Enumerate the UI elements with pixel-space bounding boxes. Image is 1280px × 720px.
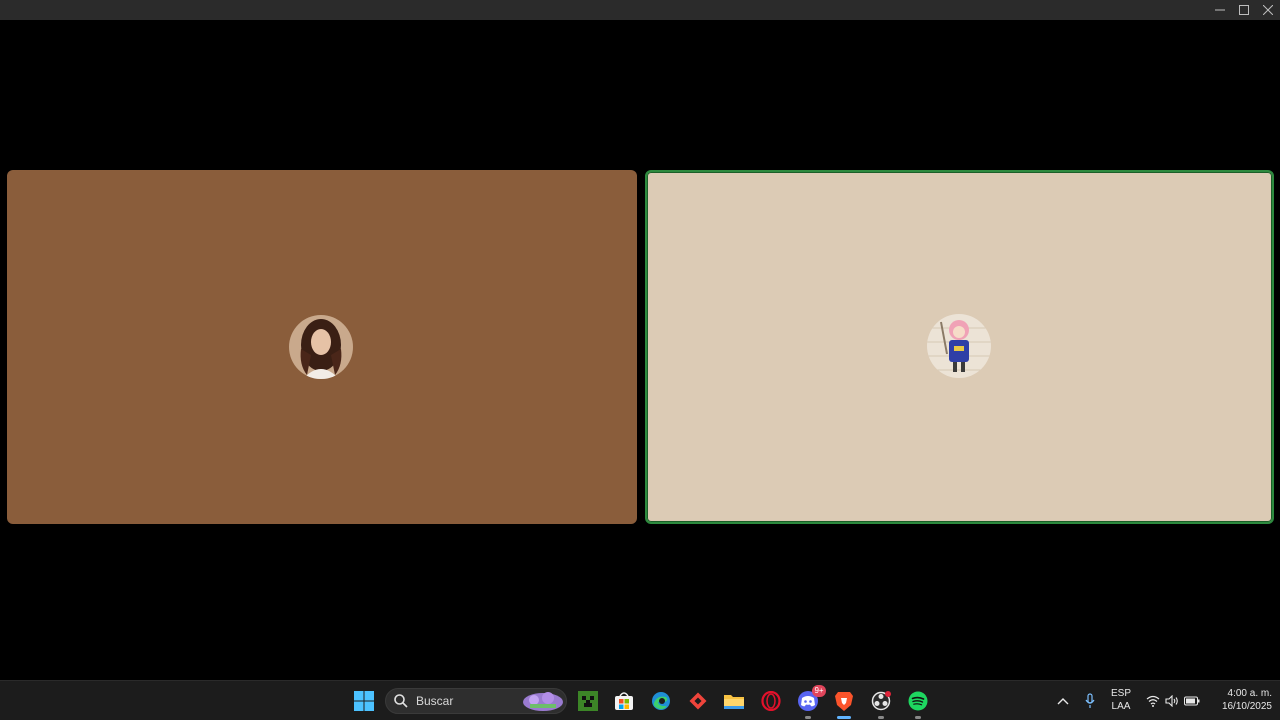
battery-button[interactable] [1180,689,1204,713]
chevron-up-icon [1057,698,1069,705]
show-hidden-icons-button[interactable] [1051,689,1075,713]
window-controls [1208,0,1280,20]
brave-icon [835,692,853,711]
taskbar-app-obs[interactable] [869,689,893,719]
taskbar-app-spotify[interactable] [906,689,930,719]
language-indicator[interactable]: ESP LAA [1106,688,1136,714]
discord-notification-badge: 9+ [812,685,826,697]
taskbar-search[interactable]: Buscar [385,688,567,714]
participant-tile-1[interactable] [7,170,637,524]
maximize-icon [1239,5,1249,15]
search-icon [394,694,408,708]
clock-time: 4:00 a. m. [1227,688,1272,699]
wifi-icon [1146,695,1160,707]
anime-girl-avatar[interactable] [927,314,991,378]
search-placeholder: Buscar [416,694,454,708]
edge-icon [652,692,670,710]
window-titlebar [0,0,1280,20]
folder-icon [724,695,744,709]
maximize-button[interactable] [1232,0,1256,20]
active-window-indicator [837,716,851,719]
participant-tile-2-speaking[interactable] [645,170,1274,524]
obs-icon [871,691,891,711]
taskbar-app-brave[interactable] [832,689,856,719]
speaker-icon [1165,695,1178,707]
battery-charging-icon [1184,696,1200,706]
language-code: ESP [1110,688,1131,699]
woman-portrait-avatar[interactable] [289,315,353,379]
minimize-icon [1215,9,1225,11]
store-icon [615,692,633,710]
start-button[interactable] [352,689,376,713]
microphone-in-use-button[interactable] [1078,689,1102,713]
taskbar-app-anydesk[interactable] [686,689,710,713]
taskbar-app-store[interactable] [612,689,636,713]
keyboard-layout: LAA [1111,701,1131,712]
clock[interactable]: 4:00 a. m. 16/10/2025 [1208,688,1272,714]
taskbar: Buscar 9+ ESP LAA 4:00 a. m. 16/10/2025 [0,680,1280,720]
close-button[interactable] [1256,0,1280,20]
clock-date: 16/10/2025 [1221,701,1272,712]
taskbar-app-edge[interactable] [649,689,673,713]
opera-icon [761,691,781,711]
search-highlight-illustration-icon [523,692,563,711]
taskbar-app-minecraft[interactable] [576,689,600,713]
windows-logo-icon [354,691,374,711]
taskbar-app-discord[interactable]: 9+ [796,685,826,719]
taskbar-app-file-explorer[interactable] [722,689,746,713]
running-indicator [915,716,921,719]
call-stage [0,20,1280,680]
taskbar-app-opera[interactable] [759,689,783,713]
running-indicator [878,716,884,719]
anydesk-icon [689,692,707,710]
running-indicator [805,716,811,719]
minimize-button[interactable] [1208,0,1232,20]
minecraft-icon [578,691,598,711]
close-icon [1263,5,1273,15]
microphone-icon [1085,693,1095,708]
spotify-icon [908,691,928,711]
